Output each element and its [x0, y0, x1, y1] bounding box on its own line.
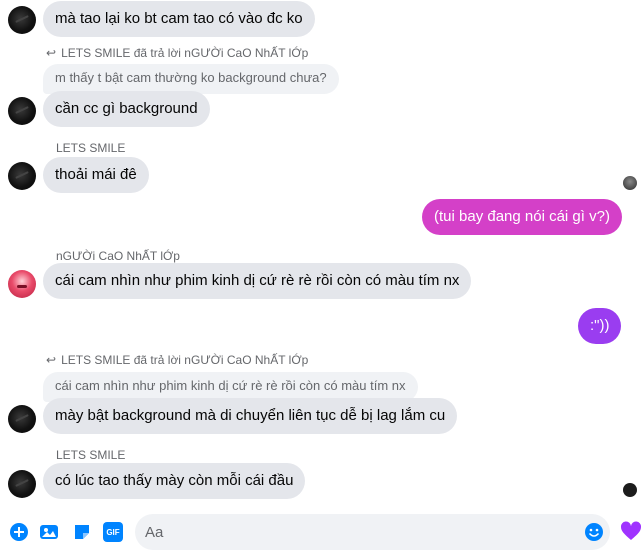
gif-label: GIF	[106, 527, 120, 537]
avatar[interactable]	[8, 405, 36, 433]
outgoing-message-bubble[interactable]: :"))	[578, 308, 622, 344]
reply-arrow-icon: ↩	[46, 46, 57, 60]
avatar[interactable]	[8, 162, 36, 190]
seen-indicator-avatar	[623, 176, 637, 190]
sender-name: LETS SMILE	[56, 448, 126, 462]
seen-indicator-avatar	[623, 483, 637, 497]
reply-meta: ↩ LETS SMILE đã trả lời nGƯỜi CaO NhẤT lỚ…	[46, 46, 308, 60]
avatar[interactable]	[8, 470, 36, 498]
gif-icon[interactable]: GIF	[103, 522, 123, 542]
outgoing-message-bubble[interactable]: (tui bay đang nói cái gì v?)	[422, 199, 622, 235]
avatar[interactable]	[8, 6, 36, 34]
quoted-message[interactable]: m thấy t bật cam thường ko background ch…	[43, 64, 339, 94]
message-bubble[interactable]: cần cc gì background	[43, 91, 210, 127]
message-bubble[interactable]: mày bật background mà di chuyển liên tục…	[43, 398, 458, 434]
message-input[interactable]	[135, 514, 555, 550]
sender-name: nGƯỜi CaO NhẤT lỚp	[56, 249, 180, 263]
message-bubble[interactable]: cái cam nhìn như phim kinh dị cứ rè rè r…	[43, 263, 472, 299]
sticker-icon[interactable]	[72, 522, 92, 542]
heart-icon[interactable]	[619, 519, 641, 543]
sender-name: LETS SMILE	[56, 141, 126, 155]
image-icon[interactable]	[39, 522, 59, 542]
message-bubble[interactable]: thoải mái đê	[43, 157, 149, 193]
emoji-icon[interactable]	[584, 522, 604, 542]
message-bubble[interactable]: có lúc tao thấy mày còn mỗi cái đầu	[43, 463, 306, 499]
avatar[interactable]	[8, 97, 36, 125]
plus-circle-icon[interactable]	[9, 522, 29, 542]
message-bubble[interactable]: mà tao lại ko bt cam tao có vào đc ko	[43, 1, 315, 37]
reply-meta-text: LETS SMILE đã trả lời nGƯỜi CaO NhẤT lỚp	[61, 46, 309, 60]
message-input-container[interactable]	[135, 514, 610, 550]
reply-meta: ↩ LETS SMILE đã trả lời nGƯỜi CaO NhẤT lỚ…	[46, 353, 308, 367]
avatar[interactable]	[8, 270, 36, 298]
reply-arrow-icon: ↩	[46, 353, 57, 367]
reply-meta-text: LETS SMILE đã trả lời nGƯỜi CaO NhẤT lỚp	[61, 353, 309, 367]
